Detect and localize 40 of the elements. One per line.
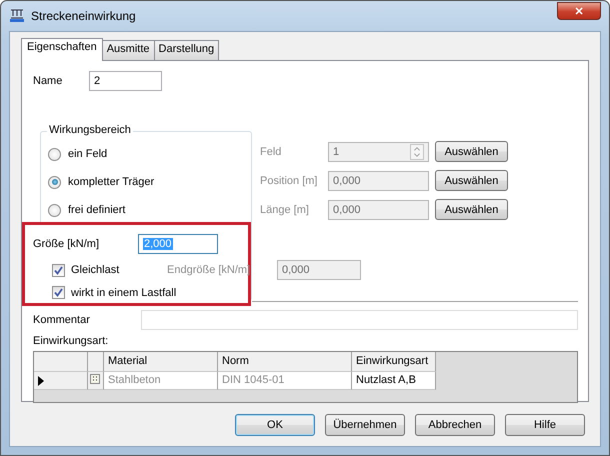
row-header[interactable] bbox=[34, 372, 88, 390]
close-button[interactable]: ✕ bbox=[557, 2, 601, 20]
radio-label: ein Feld bbox=[68, 148, 108, 160]
checkbox-label: Gleichlast bbox=[71, 264, 120, 276]
comment-field[interactable] bbox=[141, 310, 578, 330]
radio-button[interactable] bbox=[48, 176, 61, 188]
window-title: Streckeneinwirkung bbox=[31, 9, 137, 23]
column-header[interactable]: Norm bbox=[218, 352, 352, 372]
name-field[interactable]: 2 bbox=[89, 71, 162, 91]
size-label: Größe [kN/m] bbox=[33, 238, 100, 250]
radio-label: frei definiert bbox=[68, 204, 126, 216]
radio-button[interactable] bbox=[48, 148, 61, 160]
table-cell: Nutzlast A,B bbox=[352, 372, 436, 390]
tab[interactable]: Eigenschaften bbox=[21, 38, 103, 61]
expand-icon[interactable] bbox=[90, 374, 100, 384]
group-title: Wirkungsbereich bbox=[47, 124, 133, 136]
field-label: Position [m] bbox=[260, 174, 318, 186]
tab[interactable]: Darstellung bbox=[154, 40, 220, 60]
name-label: Name bbox=[33, 75, 64, 87]
spinner-arrows-icon bbox=[410, 144, 424, 160]
column-header[interactable]: Material bbox=[104, 352, 218, 372]
comment-label: Kommentar bbox=[33, 314, 91, 326]
dialog-button[interactable]: OK bbox=[235, 414, 315, 436]
field-label: Länge [m] bbox=[260, 204, 310, 216]
checkbox[interactable] bbox=[52, 264, 65, 276]
section-label: Einwirkungsart: bbox=[33, 335, 110, 347]
dialog-button[interactable]: Hilfe bbox=[505, 414, 585, 436]
field-label: Feld bbox=[260, 146, 282, 158]
radio-button[interactable] bbox=[48, 204, 61, 216]
table-cell: DIN 1045-01 bbox=[218, 372, 352, 390]
dialog-button[interactable]: Abbrechen bbox=[415, 414, 495, 436]
header-cell bbox=[34, 352, 88, 372]
radio-label: kompletter Träger bbox=[68, 176, 154, 188]
beam-load-icon bbox=[9, 9, 25, 23]
checkbox-label: wirkt in einem Lastfall bbox=[71, 286, 176, 298]
checkbox[interactable] bbox=[52, 286, 65, 299]
dialog-button[interactable]: Übernehmen bbox=[325, 414, 405, 436]
tab[interactable]: Ausmitte bbox=[102, 40, 155, 60]
column-header[interactable]: Einwirkungsart bbox=[352, 352, 436, 372]
table-cell: Stahlbeton bbox=[104, 372, 218, 390]
